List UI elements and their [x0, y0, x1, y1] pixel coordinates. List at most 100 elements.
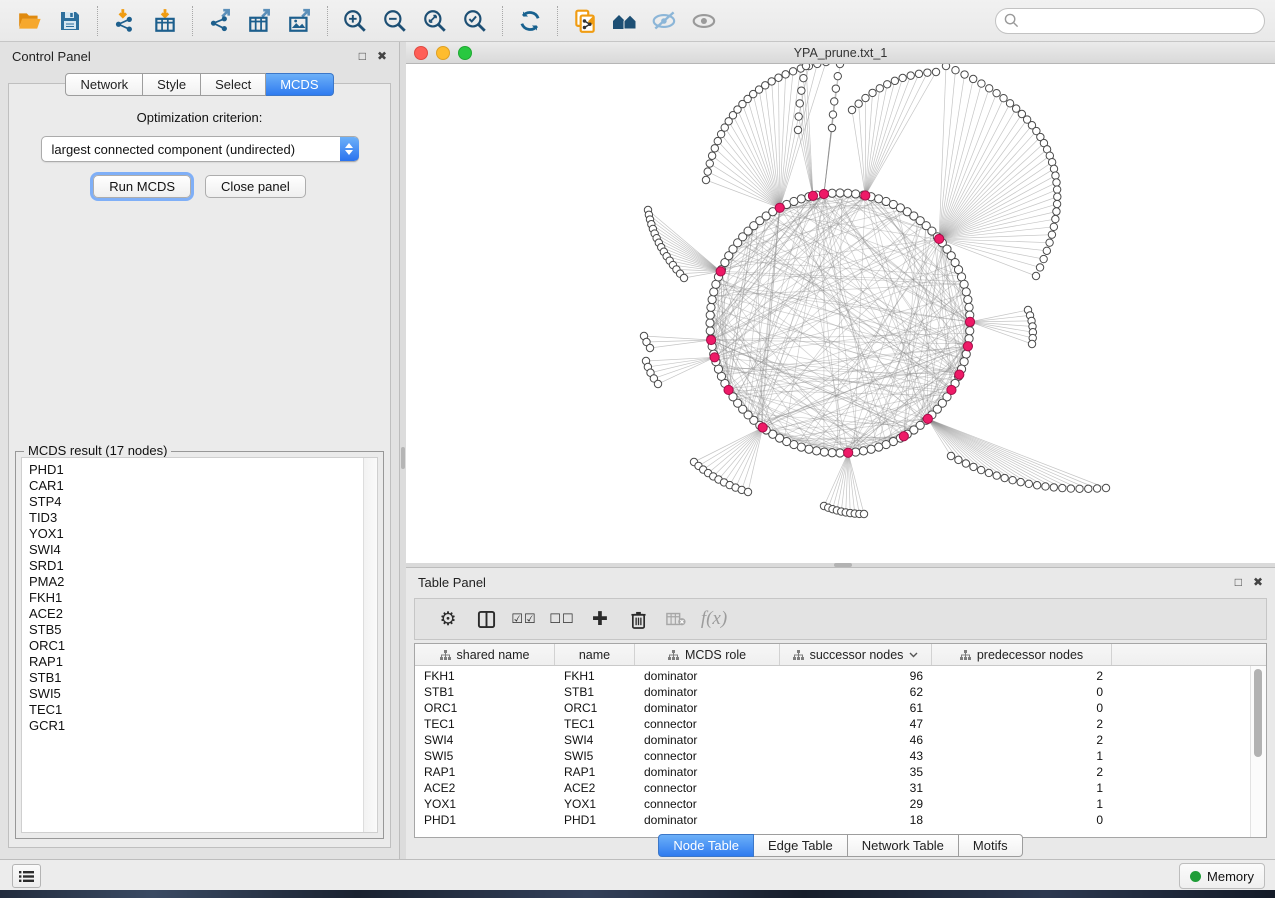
network-mcds-hub-node[interactable]: [963, 342, 972, 351]
zoom-fit-button[interactable]: [415, 4, 455, 38]
tab-mcds[interactable]: MCDS: [266, 73, 333, 96]
mcds-result-item[interactable]: SRD1: [29, 558, 377, 574]
delete-columns-button[interactable]: [619, 602, 657, 636]
table-row[interactable]: YOX1YOX1connector291: [415, 796, 1266, 812]
network-node[interactable]: [915, 70, 922, 77]
network-mcds-hub-node[interactable]: [716, 267, 725, 276]
table-row[interactable]: SWI5SWI5connector431: [415, 748, 1266, 764]
mcds-result-item[interactable]: PHD1: [29, 462, 377, 478]
network-node[interactable]: [796, 100, 803, 107]
network-node[interactable]: [797, 195, 805, 203]
table-row[interactable]: PHD1PHD1dominator180: [415, 812, 1266, 828]
network-node[interactable]: [798, 87, 805, 94]
function-builder-button[interactable]: f(x): [695, 602, 733, 636]
table-scrollbar[interactable]: [1250, 666, 1266, 837]
network-node[interactable]: [1093, 485, 1100, 492]
network-mcds-hub-node[interactable]: [724, 385, 733, 394]
network-node[interactable]: [1085, 485, 1092, 492]
network-node[interactable]: [875, 443, 883, 451]
network-node[interactable]: [1036, 264, 1043, 271]
network-node[interactable]: [1052, 172, 1059, 179]
table-row[interactable]: FKH1FKH1dominator962: [415, 668, 1266, 684]
tab-style[interactable]: Style: [143, 73, 201, 96]
table-scrollbar-thumb[interactable]: [1254, 669, 1262, 757]
network-node[interactable]: [828, 124, 835, 131]
network-node[interactable]: [836, 449, 844, 457]
network-node[interactable]: [1054, 193, 1061, 200]
mcds-result-item[interactable]: STP4: [29, 494, 377, 510]
network-node[interactable]: [969, 75, 976, 82]
mcds-result-item[interactable]: CAR1: [29, 478, 377, 494]
network-node[interactable]: [768, 78, 775, 85]
open-session-button[interactable]: [10, 4, 50, 38]
import-network-button[interactable]: [105, 4, 145, 38]
network-node[interactable]: [1025, 480, 1032, 487]
network-node[interactable]: [1050, 223, 1057, 230]
network-node[interactable]: [855, 100, 862, 107]
tab-network[interactable]: Network: [65, 73, 143, 96]
network-node[interactable]: [942, 64, 949, 70]
table-row[interactable]: ACE2ACE2connector311: [415, 780, 1266, 796]
network-node[interactable]: [836, 64, 843, 68]
network-node[interactable]: [707, 303, 715, 311]
zoom-in-button[interactable]: [335, 4, 375, 38]
network-mcds-hub-node[interactable]: [707, 335, 716, 344]
network-node[interactable]: [702, 176, 709, 183]
network-node[interactable]: [654, 380, 661, 387]
network-node[interactable]: [708, 295, 716, 303]
mcds-result-item[interactable]: STB1: [29, 670, 377, 686]
network-node[interactable]: [1053, 179, 1060, 186]
mcds-result-item[interactable]: TEC1: [29, 702, 377, 718]
tab-motifs[interactable]: Motifs: [959, 834, 1023, 857]
network-node[interactable]: [822, 64, 829, 66]
network-node[interactable]: [986, 85, 993, 92]
search-input[interactable]: [1024, 12, 1256, 29]
network-node[interactable]: [789, 68, 796, 75]
network-node[interactable]: [1017, 478, 1024, 485]
mcds-result-item[interactable]: RAP1: [29, 654, 377, 670]
tab-network-table[interactable]: Network Table: [848, 834, 959, 857]
memory-button[interactable]: Memory: [1179, 863, 1265, 889]
network-node[interactable]: [965, 303, 973, 311]
mcds-result-item[interactable]: FKH1: [29, 590, 377, 606]
network-node[interactable]: [1050, 484, 1057, 491]
network-mcds-hub-node[interactable]: [947, 385, 956, 394]
column-header-mcds-role[interactable]: MCDS role: [635, 644, 780, 665]
network-node[interactable]: [985, 469, 992, 476]
network-node[interactable]: [820, 448, 828, 456]
network-node[interactable]: [831, 98, 838, 105]
network-node[interactable]: [680, 274, 687, 281]
mcds-result-item[interactable]: PMA2: [29, 574, 377, 590]
network-node[interactable]: [978, 80, 985, 87]
search-field[interactable]: [995, 8, 1265, 34]
network-mcds-hub-node[interactable]: [965, 317, 974, 326]
zoom-selected-button[interactable]: [455, 4, 495, 38]
network-node[interactable]: [962, 350, 970, 358]
close-panel-icon[interactable]: ✖: [377, 50, 387, 62]
network-node[interactable]: [1076, 485, 1083, 492]
hide-selected-button[interactable]: [645, 4, 685, 38]
network-node[interactable]: [1052, 215, 1059, 222]
network-node[interactable]: [646, 344, 653, 351]
column-header-successor-nodes[interactable]: successor nodes: [780, 644, 932, 665]
network-node[interactable]: [805, 445, 813, 453]
network-node[interactable]: [802, 64, 809, 70]
network-node[interactable]: [1048, 231, 1055, 238]
network-mcds-hub-node[interactable]: [935, 234, 944, 243]
import-table-button[interactable]: [145, 4, 185, 38]
network-node[interactable]: [1028, 340, 1035, 347]
first-neighbors-button[interactable]: [605, 4, 645, 38]
network-node[interactable]: [924, 69, 931, 76]
network-node[interactable]: [1001, 474, 1008, 481]
network-node[interactable]: [711, 145, 718, 152]
network-node[interactable]: [1053, 186, 1060, 193]
network-node[interactable]: [1009, 476, 1016, 483]
tab-edge-table[interactable]: Edge Table: [754, 834, 848, 857]
column-header-predecessor-nodes[interactable]: predecessor nodes: [932, 644, 1112, 665]
network-node[interactable]: [1043, 247, 1050, 254]
select-all-columns-button[interactable]: ☑☑: [505, 602, 543, 636]
network-node[interactable]: [828, 449, 836, 457]
mcds-result-list[interactable]: PHD1CAR1STP4TID3YOX1SWI4SRD1PMA2FKH1ACE2…: [21, 457, 378, 833]
network-node[interactable]: [1059, 484, 1066, 491]
table-row[interactable]: STB1STB1dominator620: [415, 684, 1266, 700]
